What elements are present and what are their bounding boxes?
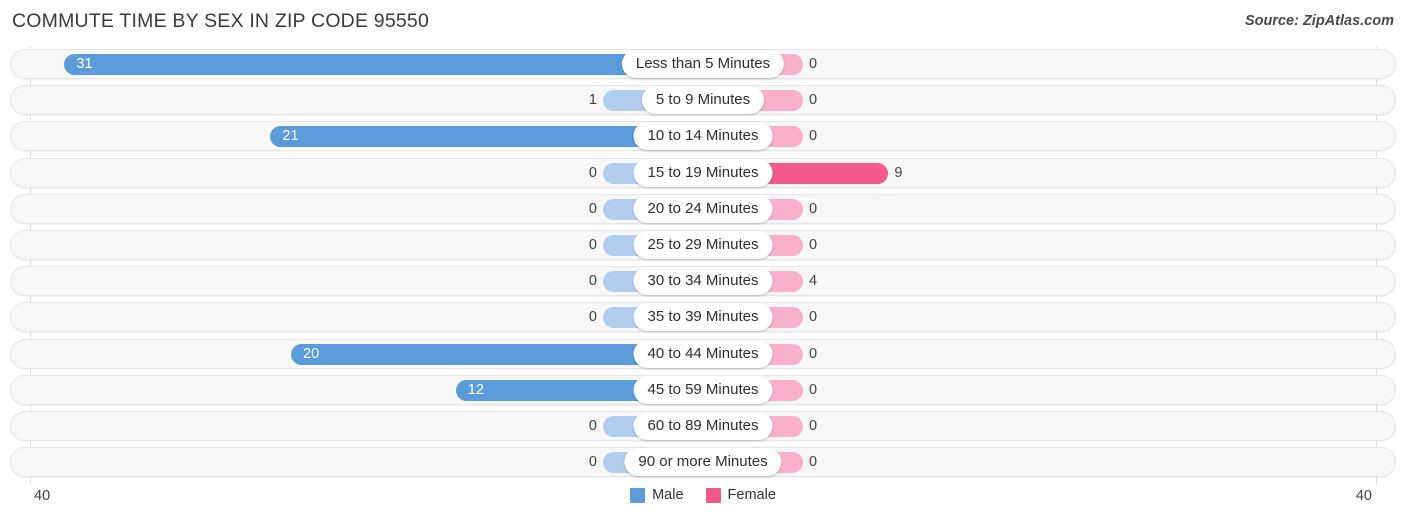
legend-label-female: Female bbox=[727, 487, 776, 503]
value-label-male: 21 bbox=[282, 128, 299, 145]
value-label-female: 0 bbox=[809, 309, 818, 326]
value-label-male: 0 bbox=[588, 273, 597, 290]
category-label: 15 to 19 Minutes bbox=[633, 158, 773, 187]
chart-row: 1 0 5 to 9 Minutes bbox=[0, 82, 1406, 118]
chart-legend: Male Female bbox=[0, 487, 1406, 503]
value-label-female: 0 bbox=[809, 56, 818, 72]
value-label-female: 0 bbox=[809, 200, 818, 217]
chart-row: 0 0 60 to 89 Minutes bbox=[0, 408, 1406, 444]
category-label: 20 to 24 Minutes bbox=[633, 194, 773, 223]
value-label-male: 0 bbox=[588, 454, 597, 471]
value-label-male: 0 bbox=[588, 236, 597, 253]
chart-header: COMMUTE TIME BY SEX IN ZIP CODE 95550 So… bbox=[0, 0, 1406, 44]
legend-item-female[interactable]: Female bbox=[705, 487, 776, 503]
value-label-female: 0 bbox=[809, 236, 818, 253]
category-label: 40 to 44 Minutes bbox=[633, 339, 773, 368]
chart-plot-area: 31 0 Less than 5 Minutes 1 0 5 to 9 Minutes 21… bbox=[0, 46, 1406, 484]
value-label-female: 0 bbox=[809, 128, 818, 145]
chart-row: 0 0 90 or more Minutes bbox=[0, 444, 1406, 480]
chart-row: 0 9 15 to 19 Minutes bbox=[0, 155, 1406, 191]
bar-male[interactable] bbox=[64, 54, 703, 75]
legend-swatch-male-icon bbox=[630, 487, 646, 503]
value-label-female: 9 bbox=[894, 164, 903, 181]
chart-row: 20 0 40 to 44 Minutes bbox=[0, 336, 1406, 372]
value-label-male: 31 bbox=[76, 56, 93, 72]
value-label-female: 0 bbox=[809, 92, 818, 109]
value-label-male: 0 bbox=[588, 417, 597, 434]
category-label: Less than 5 Minutes bbox=[621, 50, 785, 78]
category-label: 5 to 9 Minutes bbox=[641, 86, 765, 115]
value-label-female: 0 bbox=[809, 345, 818, 362]
value-label-female: 0 bbox=[809, 454, 818, 471]
legend-swatch-female-icon bbox=[705, 487, 721, 503]
value-label-male: 20 bbox=[303, 345, 320, 362]
chart-rows: 31 0 Less than 5 Minutes 1 0 5 to 9 Minutes 21… bbox=[0, 46, 1406, 480]
value-label-female: 4 bbox=[809, 273, 818, 290]
legend-item-male[interactable]: Male bbox=[630, 487, 684, 503]
chart-row: 0 0 20 to 24 Minutes bbox=[0, 191, 1406, 227]
value-label-female: 0 bbox=[809, 381, 818, 398]
chart-row: 21 0 10 to 14 Minutes bbox=[0, 118, 1406, 154]
value-label-male: 1 bbox=[588, 92, 597, 109]
page-title: COMMUTE TIME BY SEX IN ZIP CODE 95550 bbox=[12, 10, 430, 32]
value-label-male: 0 bbox=[588, 200, 597, 217]
chart-row: 0 4 30 to 34 Minutes bbox=[0, 263, 1406, 299]
chart-row: 0 0 25 to 29 Minutes bbox=[0, 227, 1406, 263]
category-label: 35 to 39 Minutes bbox=[633, 303, 773, 332]
category-label: 10 to 14 Minutes bbox=[633, 122, 773, 151]
legend-label-male: Male bbox=[652, 487, 684, 503]
chart-row: 0 0 35 to 39 Minutes bbox=[0, 299, 1406, 335]
value-label-male: 12 bbox=[467, 381, 484, 398]
category-label: 60 to 89 Minutes bbox=[633, 411, 773, 440]
category-label: 45 to 59 Minutes bbox=[633, 375, 773, 404]
value-label-female: 0 bbox=[809, 417, 818, 434]
chart-footer: 40 40 Male Female bbox=[0, 484, 1406, 523]
chart-row: 12 0 45 to 59 Minutes bbox=[0, 372, 1406, 408]
category-label: 30 to 34 Minutes bbox=[633, 267, 773, 296]
category-label: 25 to 29 Minutes bbox=[633, 230, 773, 259]
category-label: 90 or more Minutes bbox=[624, 448, 782, 477]
source-attribution: Source: ZipAtlas.com bbox=[1244, 13, 1394, 29]
chart-row: 31 0 Less than 5 Minutes bbox=[0, 46, 1406, 82]
value-label-male: 0 bbox=[588, 309, 597, 326]
value-label-male: 0 bbox=[588, 164, 597, 181]
